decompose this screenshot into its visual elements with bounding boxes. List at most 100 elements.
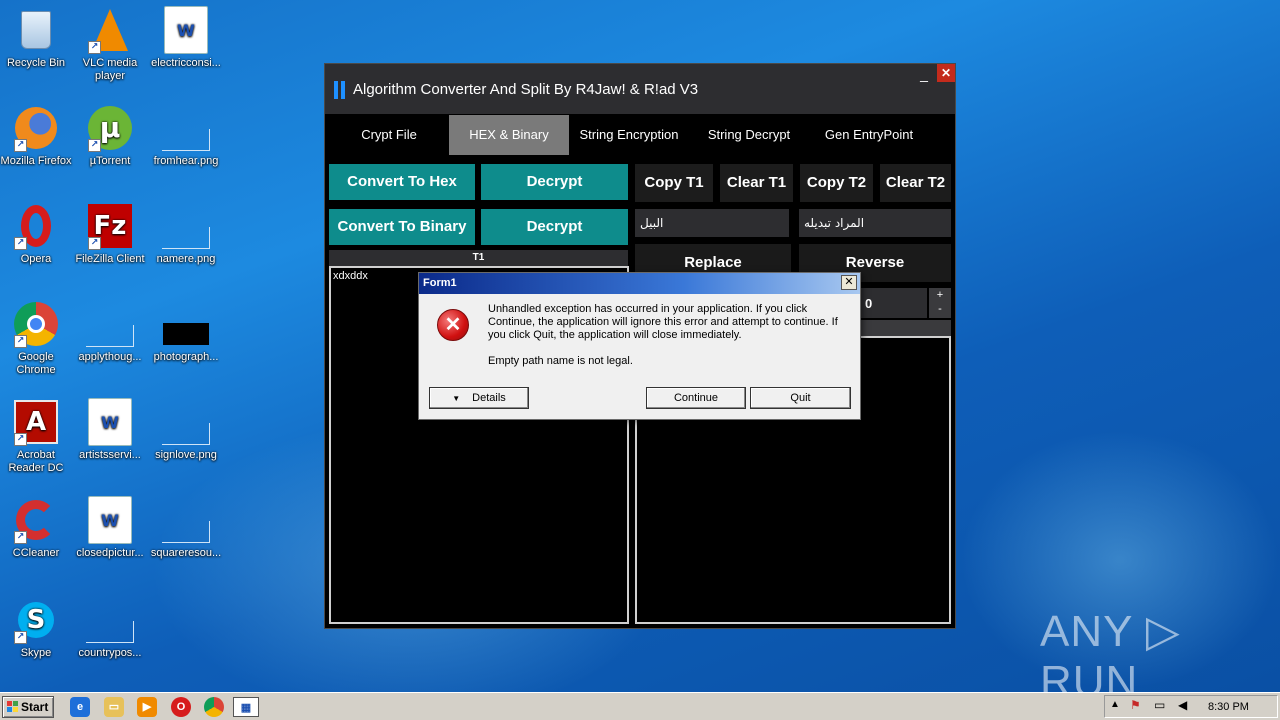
start-button[interactable]: Start — [2, 696, 54, 718]
copy-t1-button[interactable]: Copy T1 — [635, 164, 713, 202]
decrypt-binary-button[interactable]: Decrypt — [481, 209, 628, 245]
app-taskbar-button[interactable]: ▦ — [233, 697, 259, 717]
shortcut-arrow-icon: ↗ — [14, 237, 27, 250]
desktop-icon-acrobat[interactable]: A ↗ Acrobat Reader DC — [0, 398, 74, 475]
image-file-icon — [162, 398, 210, 446]
triangle-down-icon: ▼ — [452, 394, 461, 403]
tab-string-encryption[interactable]: String Encryption — [569, 115, 689, 155]
desktop-icon-label: Google Chrome — [16, 351, 56, 376]
recycle-bin-icon — [12, 6, 60, 54]
copy-t2-button[interactable]: Copy T2 — [800, 164, 873, 202]
desktop-icon-applythoug[interactable]: applythoug... — [72, 300, 148, 364]
tab-bar: Crypt File HEX & Binary String Encryptio… — [329, 115, 953, 155]
error-detail: Empty path name is not legal. — [488, 355, 633, 367]
filezilla-icon: Fz ↗ — [86, 202, 134, 250]
desktop-icon-ccleaner[interactable]: ↗ CCleaner — [0, 496, 74, 560]
desktop-icon-label: signlove.png — [155, 449, 217, 461]
desktop-icon-opera[interactable]: ↗ Opera — [0, 202, 74, 266]
app-logo-icon — [334, 81, 348, 99]
desktop-icon-label: closedpictur... — [76, 547, 144, 559]
minimize-button[interactable]: _ — [917, 66, 931, 82]
action-center-flag-icon[interactable]: ⚑ — [1130, 698, 1141, 712]
desktop-icon-label: µTorrent — [89, 155, 131, 167]
volume-icon[interactable]: ◀ — [1178, 698, 1187, 712]
dialog-close-button[interactable]: ✕ — [841, 275, 857, 290]
image-file-icon — [86, 300, 134, 348]
quit-button[interactable]: Quit — [750, 387, 851, 409]
desktop-icon-skype[interactable]: S ↗ Skype — [0, 596, 74, 660]
convert-to-hex-button[interactable]: Convert To Hex — [329, 164, 475, 200]
desktop-icon-closedpictur[interactable]: W closedpictur... — [72, 496, 148, 560]
tab-gen-entrypoint[interactable]: Gen EntryPoint — [809, 115, 929, 155]
image-file-icon — [86, 596, 134, 644]
desktop-icon-namere[interactable]: namere.png — [148, 202, 224, 266]
desktop-icon-firefox[interactable]: ↗ Mozilla Firefox — [0, 104, 74, 168]
clear-t2-button[interactable]: Clear T2 — [880, 164, 951, 202]
app-title: Algorithm Converter And Split By R4Jaw! … — [353, 81, 699, 98]
opera-taskbar-icon[interactable]: O — [171, 697, 191, 717]
shortcut-arrow-icon: ↗ — [14, 433, 27, 446]
shortcut-arrow-icon: ↗ — [88, 237, 101, 250]
close-button[interactable]: ✕ — [937, 64, 955, 82]
ccleaner-icon: ↗ — [12, 496, 60, 544]
chrome-taskbar-icon[interactable] — [204, 697, 224, 717]
replace-from-input[interactable]: البيل — [635, 209, 789, 237]
desktop-icon-utorrent[interactable]: µ ↗ µTorrent — [72, 104, 148, 168]
desktop-icon-electricconsi[interactable]: W electricconsi... — [148, 6, 224, 70]
acrobat-reader-icon: A ↗ — [12, 398, 60, 446]
decrypt-hex-button[interactable]: Decrypt — [481, 164, 628, 200]
desktop-icon-chrome[interactable]: ↗ Google Chrome — [0, 300, 74, 377]
tab-string-decrypt[interactable]: String Decrypt — [689, 115, 809, 155]
desktop-icon-label: VLC media player — [82, 57, 138, 82]
error-icon: ✕ — [437, 309, 469, 341]
internet-explorer-icon[interactable]: e — [70, 697, 90, 717]
details-button[interactable]: ▼ Details — [429, 387, 529, 409]
show-hidden-icons-icon[interactable]: ▲ — [1110, 699, 1120, 710]
desktop-icon-label: applythoug... — [78, 351, 142, 363]
desktop-icon-filezilla[interactable]: Fz ↗ FileZilla Client — [72, 202, 148, 266]
dialog-titlebar[interactable]: Form1 ✕ — [419, 273, 860, 294]
clock[interactable]: 8:30 PM — [1208, 701, 1249, 713]
chrome-icon: ↗ — [12, 300, 60, 348]
file-explorer-icon[interactable]: ▭ — [104, 697, 124, 717]
word-document-icon: W — [86, 496, 134, 544]
desktop-icon-label: CCleaner — [12, 547, 60, 559]
continue-button[interactable]: Continue — [646, 387, 746, 409]
vlc-cone-icon: ↗ — [86, 6, 134, 54]
shortcut-arrow-icon: ↗ — [14, 631, 27, 644]
desktop-icon-label: squareresou... — [150, 547, 222, 559]
desktop-icon-label: Opera — [20, 253, 52, 265]
desktop-icon-countrypos[interactable]: countrypos... — [72, 596, 148, 660]
desktop-icon-recycle-bin[interactable]: Recycle Bin — [0, 6, 74, 70]
start-label: Start — [21, 700, 49, 714]
desktop-icon-artistsservi[interactable]: W artistsservi... — [72, 398, 148, 462]
t1-label: T1 — [329, 250, 628, 266]
image-file-icon — [162, 300, 210, 348]
desktop-icon-label: fromhear.png — [153, 155, 219, 167]
details-label: Details — [472, 392, 506, 404]
desktop-icon-photograph[interactable]: photograph... — [148, 300, 224, 364]
desktop-icon-label: artistsservi... — [79, 449, 141, 461]
desktop-icon-label: electricconsi... — [151, 57, 221, 69]
tab-hex-binary[interactable]: HEX & Binary — [449, 115, 569, 155]
app-titlebar[interactable]: Algorithm Converter And Split By R4Jaw! … — [325, 64, 955, 114]
desktop-icon-signlove[interactable]: signlove.png — [148, 398, 224, 462]
desktop-icon-label: photograph... — [153, 351, 219, 363]
desktop-icon-fromhear[interactable]: fromhear.png — [148, 104, 224, 168]
media-player-icon[interactable]: ▶ — [137, 697, 157, 717]
tab-crypt-file[interactable]: Crypt File — [329, 115, 449, 155]
network-icon[interactable]: ▭ — [1154, 698, 1165, 712]
desktop-icon-squareresou[interactable]: squareresou... — [148, 496, 224, 560]
desktop-icon-label: namere.png — [156, 253, 216, 265]
increment-button[interactable]: + — [929, 288, 951, 303]
skype-icon: S ↗ — [12, 596, 60, 644]
convert-to-binary-button[interactable]: Convert To Binary — [329, 209, 475, 245]
shortcut-arrow-icon: ↗ — [14, 531, 27, 544]
shortcut-arrow-icon: ↗ — [14, 139, 27, 152]
replace-to-input[interactable]: المراد تبديله — [799, 209, 951, 237]
shortcut-arrow-icon: ↗ — [88, 139, 101, 152]
decrement-button[interactable]: - — [929, 303, 951, 318]
desktop-icon-label: Recycle Bin — [6, 57, 66, 69]
clear-t1-button[interactable]: Clear T1 — [720, 164, 793, 202]
desktop-icon-vlc[interactable]: ↗ VLC media player — [72, 6, 148, 83]
